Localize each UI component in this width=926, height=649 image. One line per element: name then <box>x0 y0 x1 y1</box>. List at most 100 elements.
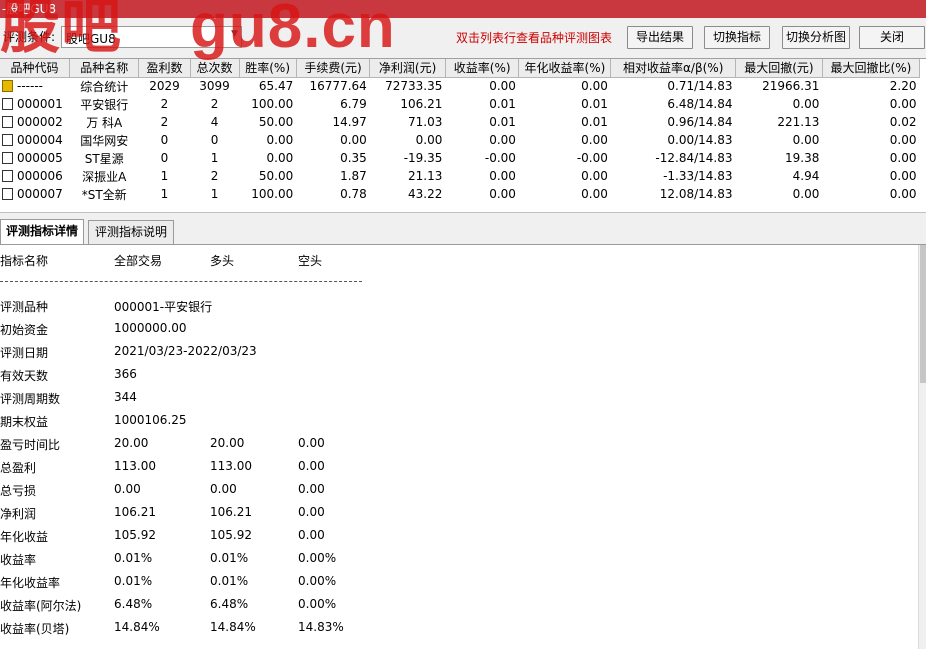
stock-icon <box>2 170 13 182</box>
detail-panel: 指标名称 全部交易 多头 空头 评测品种 000001-平安银行 初始资金 10000… <box>0 245 918 649</box>
detail-label: 初始资金 <box>0 323 49 337</box>
cell-wins: 1 <box>160 187 169 201</box>
detail-value-long: 106.21 <box>210 505 252 519</box>
cell-annual: 0.00 <box>581 133 608 147</box>
column-header[interactable]: 品种名称 <box>69 59 140 78</box>
detail-value-short: 0.00 <box>298 436 325 450</box>
detail-value-short: 0.00% <box>298 574 337 588</box>
condition-label: 评测条件: <box>3 30 56 44</box>
detail-value-all: 6.48% <box>114 597 153 611</box>
cell-wins: 2 <box>160 115 169 129</box>
detail-value-long: 14.84% <box>210 620 256 634</box>
summary-icon <box>2 80 13 93</box>
cell-code: 000001 <box>0 95 69 113</box>
title-bar: -股吧GU8 <box>0 0 926 18</box>
table-row[interactable]: 000005 ST星源 0 1 0.00 0.35 -19.35 -0.00 -0.00 -12.… <box>0 149 920 167</box>
stock-icon <box>2 116 13 128</box>
cell-annual: 0.00 <box>581 79 608 94</box>
cell-profit: 106.21 <box>400 97 443 111</box>
export-button[interactable]: 导出结果 <box>627 26 693 49</box>
table-row[interactable]: 000001 平安银行 2 2 100.00 6.79 106.21 0.01 0.01 6.48… <box>0 95 920 113</box>
cell-rate: 0.00 <box>266 151 294 165</box>
detail-scrollbar[interactable] <box>918 245 926 649</box>
cell-name: 平安银行 <box>80 97 129 112</box>
detail-value-all: 0.01% <box>114 551 153 565</box>
detail-value-long: 113.00 <box>210 459 252 473</box>
detail-label: 收益率 <box>0 553 37 567</box>
cell-ret: 0.01 <box>489 97 516 111</box>
detail-header-short: 空头 <box>298 254 323 268</box>
cell-code-text: 000005 <box>17 151 63 165</box>
cell-rate: 65.47 <box>258 79 294 94</box>
cell-code-text: 000001 <box>17 97 63 111</box>
detail-value-all: 000001-平安银行 <box>114 300 213 314</box>
cell-wins: 0 <box>160 151 169 165</box>
cell-fee: 0.35 <box>340 151 367 165</box>
cell-code: 000004 <box>0 131 69 149</box>
cell-ret: 0.01 <box>489 115 516 129</box>
column-header[interactable]: 相对收益率α/β(%) <box>610 59 737 78</box>
column-header[interactable]: 盈利数 <box>138 59 191 78</box>
detail-value-long: 0.00 <box>210 482 237 496</box>
cell-ret: 0.00 <box>489 133 516 147</box>
column-header[interactable]: 收益率(%) <box>445 59 520 78</box>
detail-value-all: 1000000.00 <box>114 321 187 335</box>
switch-indicator-button[interactable]: 切换指标 <box>704 26 770 49</box>
column-header[interactable]: 净利润(元) <box>369 59 446 78</box>
results-table: 品种代码 品种名称 盈利数 总次数 胜率(%) 手续费(元) 净利润(元) 收益率(%) 年化收… <box>0 58 926 212</box>
detail-label: 总亏损 <box>0 484 37 498</box>
window-title: -股吧GU8 <box>2 2 57 16</box>
column-header[interactable]: 品种代码 <box>0 59 70 78</box>
table-row[interactable]: 000004 国华网安 0 0 0.00 0.00 0.00 0.00 0.00 0.00/14.… <box>0 131 920 149</box>
detail-label: 总盈利 <box>0 461 37 475</box>
scrollbar-thumb[interactable] <box>920 245 926 383</box>
cell-profit: 21.13 <box>408 169 443 183</box>
cell-ret: 0.00 <box>489 187 516 201</box>
cell-ddr: 2.20 <box>889 79 917 94</box>
table-row[interactable]: ------ 综合统计 2029 3099 65.47 16777.64 72733.35 0… <box>0 77 920 95</box>
column-header[interactable]: 总次数 <box>190 59 240 78</box>
cell-profit: 43.22 <box>408 187 443 201</box>
stock-icon <box>2 134 13 146</box>
cell-ddr: 0.02 <box>889 115 917 129</box>
detail-value-all: 113.00 <box>114 459 156 473</box>
detail-value-long: 20.00 <box>210 436 245 450</box>
cell-ddr: 0.00 <box>889 97 917 111</box>
cell-code: 000005 <box>0 149 69 167</box>
chevron-down-icon[interactable]: ▼ <box>231 29 238 39</box>
condition-select[interactable]: 股吧GU8 ▼ <box>61 26 242 48</box>
cell-annual: 0.01 <box>581 97 608 111</box>
close-button[interactable]: 关闭 <box>859 26 925 49</box>
table-row[interactable]: 000007 *ST全新 1 1 100.00 0.78 43.22 0.00 0.00 12.0… <box>0 185 920 203</box>
tab-indicator-details[interactable]: 评测指标详情 <box>0 219 84 245</box>
table-row[interactable]: 000006 深振业A 1 2 50.00 1.87 21.13 0.00 0.00 -1.33/… <box>0 167 920 185</box>
detail-value-all: 366 <box>114 367 137 381</box>
column-header[interactable]: 最大回撤(元) <box>735 59 823 78</box>
column-header[interactable]: 最大回撤比(%) <box>822 59 921 78</box>
toolbar: 评测条件: 股吧GU8 ▼ 双击列表行查看品种评测图表 导出结果 切换指标 切换… <box>0 18 926 58</box>
column-header[interactable]: 年化收益率(%) <box>518 59 612 78</box>
table-row[interactable]: 000002 万 科A 2 4 50.00 14.97 71.03 0.01 0.01 0.96/… <box>0 113 920 131</box>
cell-dd: 0.00 <box>792 97 820 111</box>
detail-label: 评测日期 <box>0 346 49 360</box>
cell-dd: 19.38 <box>784 151 820 165</box>
cell-code-text: 000006 <box>17 169 63 183</box>
cell-dd: 21966.31 <box>762 79 820 94</box>
cell-fee: 1.87 <box>340 169 367 183</box>
cell-name: ST星源 <box>84 151 124 166</box>
cell-ddr: 0.00 <box>889 187 917 201</box>
switch-chart-button[interactable]: 切换分析图 <box>782 26 850 49</box>
cell-profit: 71.03 <box>408 115 443 129</box>
detail-value-short: 0.00% <box>298 597 337 611</box>
column-header[interactable]: 手续费(元) <box>296 59 371 78</box>
cell-ddr: 0.00 <box>889 133 917 147</box>
cell-code-text: 000004 <box>17 133 63 147</box>
cell-total: 3099 <box>199 79 230 94</box>
cell-code: 000006 <box>0 167 69 185</box>
table-header: 品种代码 品种名称 盈利数 总次数 胜率(%) 手续费(元) 净利润(元) 收益率(%) 年化收… <box>0 59 921 78</box>
cell-code-text: 000002 <box>17 115 63 129</box>
cell-total: 4 <box>210 115 219 129</box>
detail-label: 评测周期数 <box>0 392 61 406</box>
tab-indicator-description[interactable]: 评测指标说明 <box>88 220 174 244</box>
column-header[interactable]: 胜率(%) <box>239 59 297 78</box>
